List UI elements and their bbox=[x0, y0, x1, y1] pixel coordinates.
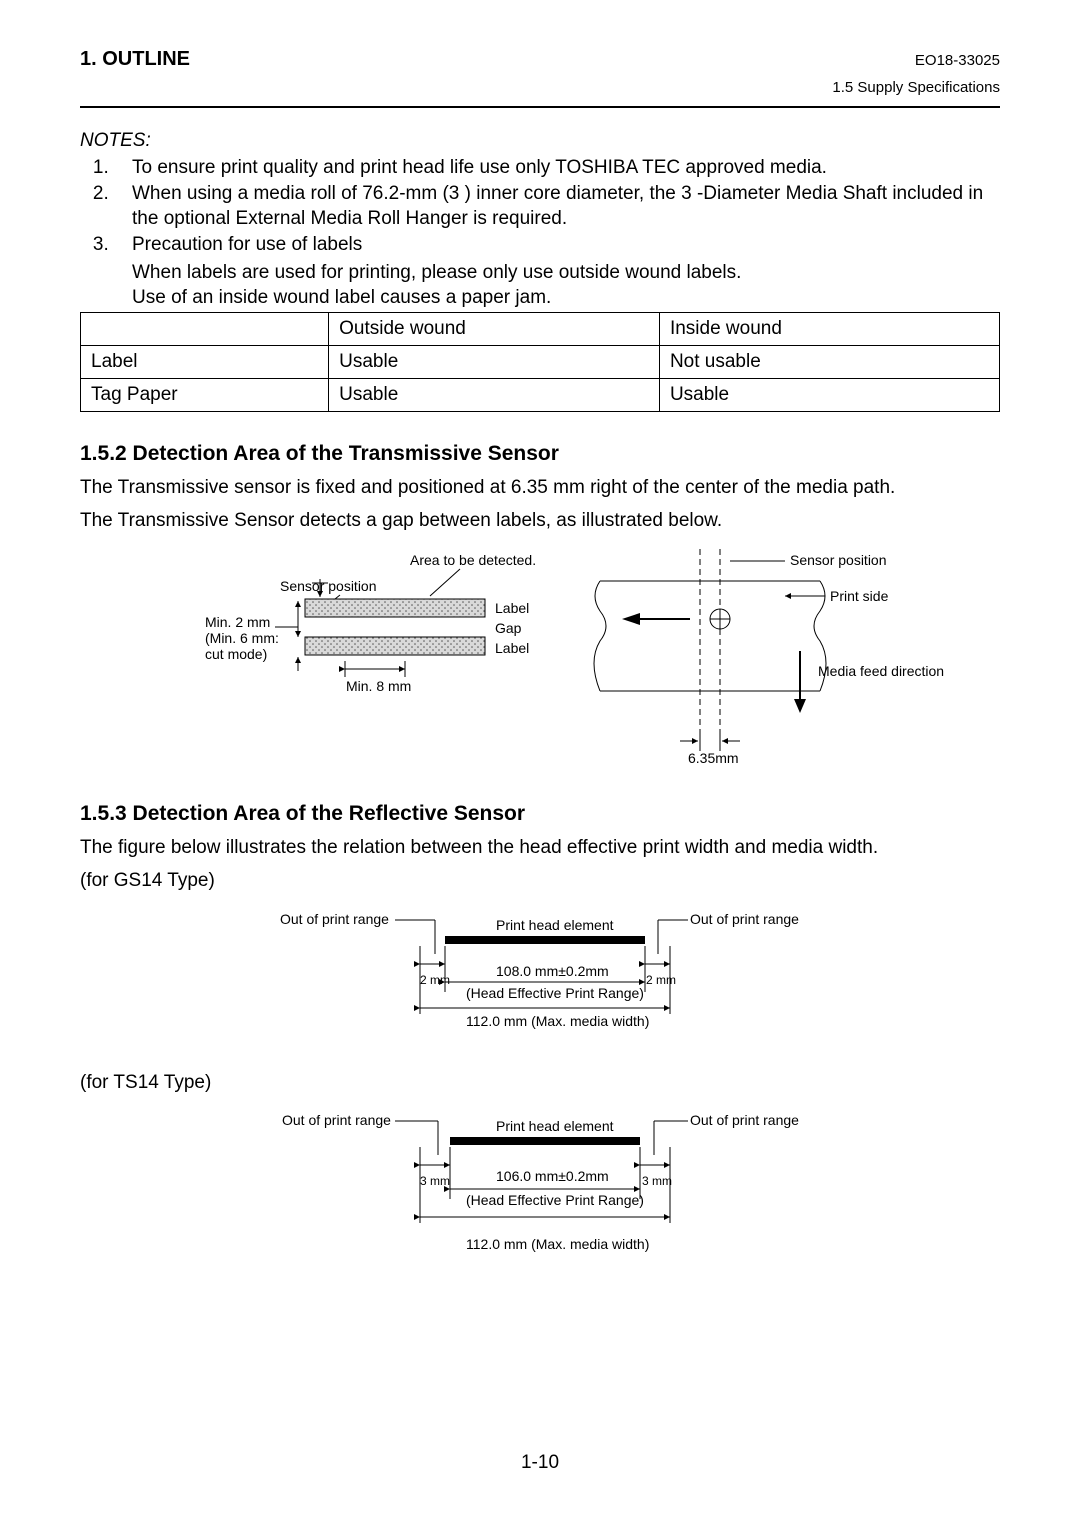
table-cell: Label bbox=[81, 345, 329, 378]
diag-label: 3 mm bbox=[420, 1174, 450, 1188]
diag-label: Label bbox=[495, 640, 529, 656]
page-number: 1-10 bbox=[0, 1452, 1080, 1474]
diag-label: Sensor position bbox=[790, 552, 887, 568]
gs14-diagram: Out of print range Print head element Ou… bbox=[80, 902, 1000, 1047]
diag-label: Gap bbox=[495, 620, 522, 636]
table-row: Tag Paper Usable Usable bbox=[81, 378, 1000, 411]
diag-label: (Min. 6 mm: bbox=[205, 630, 279, 646]
wound-table: Outside wound Inside wound Label Usable … bbox=[80, 312, 1000, 412]
diag-label: Sensor position bbox=[280, 578, 377, 594]
diag-label: 3 mm bbox=[642, 1174, 672, 1188]
diag-label: Print head element bbox=[496, 1118, 614, 1134]
diag-label: 112.0 mm (Max. media width) bbox=[466, 1236, 649, 1252]
table-cell: Usable bbox=[329, 345, 660, 378]
ts14-diagram: Out of print range Print head element Ou… bbox=[80, 1103, 1000, 1268]
note-item-3: Precaution for use of labels bbox=[114, 233, 1000, 257]
section-1-5-2-title: 1.5.2 Detection Area of the Transmissive… bbox=[80, 442, 1000, 466]
diag-label: Area to be detected. bbox=[410, 552, 536, 568]
note-3-line-3: Use of an inside wound label causes a pa… bbox=[132, 286, 1000, 310]
ts14-type-label: (for TS14 Type) bbox=[80, 1071, 1000, 1096]
section-1-5-2-p2: The Transmissive Sensor detects a gap be… bbox=[80, 509, 1000, 534]
diag-label: (Head Effective Print Range) bbox=[466, 1192, 644, 1208]
diag-label: (Head Effective Print Range) bbox=[466, 985, 644, 1001]
diag-label: 2 mm bbox=[646, 973, 676, 987]
transmissive-sensor-diagram: Area to be detected. Sensor position Lab… bbox=[80, 541, 1000, 786]
diag-label: 108.0 mm±0.2mm bbox=[496, 963, 609, 979]
section-1-5-2-p1: The Transmissive sensor is fixed and pos… bbox=[80, 476, 1000, 501]
diag-label: Out of print range bbox=[690, 1112, 799, 1128]
header-separator bbox=[80, 106, 1000, 108]
table-cell: Usable bbox=[659, 378, 999, 411]
note-item-2: When using a media roll of 76.2-mm (3 ) … bbox=[114, 182, 1000, 231]
diag-label: Min. 8 mm bbox=[346, 678, 411, 694]
table-cell: Outside wound bbox=[329, 312, 660, 345]
diag-label: Out of print range bbox=[690, 911, 799, 927]
diag-label: Out of print range bbox=[282, 1112, 391, 1128]
diag-label: cut mode) bbox=[205, 646, 267, 662]
diag-label: Out of print range bbox=[280, 911, 389, 927]
diag-label: Print side bbox=[830, 588, 889, 604]
section-title: 1. OUTLINE bbox=[80, 48, 190, 71]
section-1-5-3-p1: The figure below illustrates the relatio… bbox=[80, 836, 1000, 861]
table-cell bbox=[81, 312, 329, 345]
diag-label: 2 mm bbox=[420, 973, 450, 987]
diag-label: Print head element bbox=[496, 917, 614, 933]
diag-label: Label bbox=[495, 600, 529, 616]
section-1-5-3-title: 1.5.3 Detection Area of the Reflective S… bbox=[80, 802, 1000, 826]
table-cell: Not usable bbox=[659, 345, 999, 378]
table-cell: Tag Paper bbox=[81, 378, 329, 411]
table-cell: Usable bbox=[329, 378, 660, 411]
doc-id: EO18-33025 bbox=[915, 52, 1000, 69]
table-cell: Inside wound bbox=[659, 312, 999, 345]
diag-label: 112.0 mm (Max. media width) bbox=[466, 1013, 649, 1029]
diag-label: Media feed direction bbox=[818, 663, 944, 679]
note-3-line-2: When labels are used for printing, pleas… bbox=[132, 261, 1000, 285]
notes-list: To ensure print quality and print head l… bbox=[80, 156, 1000, 257]
diag-label: Min. 2 mm bbox=[205, 614, 270, 630]
diag-label: 6.35mm bbox=[688, 750, 739, 766]
table-row-header: Outside wound Inside wound bbox=[81, 312, 1000, 345]
subsection-ref: 1.5 Supply Specifications bbox=[80, 79, 1000, 96]
table-row: Label Usable Not usable bbox=[81, 345, 1000, 378]
notes-heading: NOTES: bbox=[80, 130, 1000, 152]
note-item-1: To ensure print quality and print head l… bbox=[114, 156, 1000, 180]
diag-label: 106.0 mm±0.2mm bbox=[496, 1168, 609, 1184]
gs14-type-label: (for GS14 Type) bbox=[80, 869, 1000, 894]
